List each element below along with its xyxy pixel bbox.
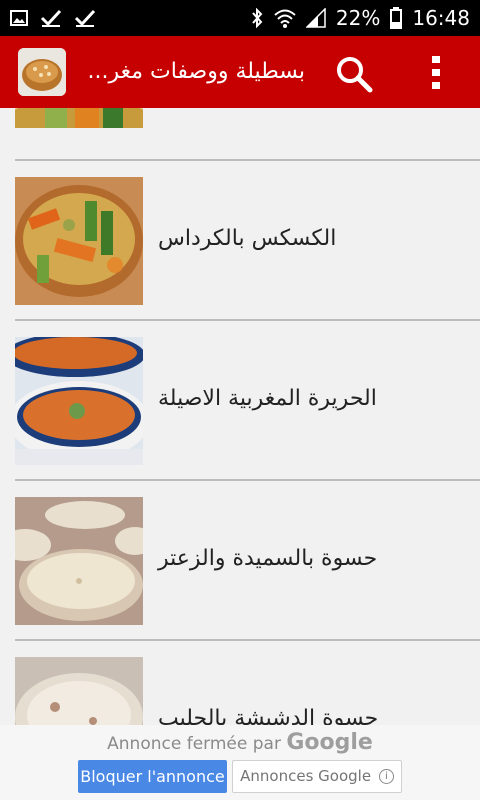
list-item[interactable]: الكسكس بالكرداس <box>0 161 480 321</box>
recipe-list: الكسكس بالكرداس الحريرة المغربية الاصيلة <box>0 108 480 725</box>
recipe-thumbnail <box>15 337 143 465</box>
list-item[interactable]: الحريرة المغربية الاصيلة <box>0 321 480 481</box>
bluetooth-icon <box>252 8 263 28</box>
block-ad-button[interactable]: Bloquer l'annonce <box>78 760 227 793</box>
app-bar: بسطيلة ووصفات مغر... <box>0 36 480 108</box>
more-vert-icon <box>432 56 440 89</box>
list-item[interactable]: حسوة الدشيشة بالحليب <box>0 641 480 725</box>
battery-percent: 22% <box>335 6 381 30</box>
recipe-title: الكسكس بالكرداس <box>158 226 337 251</box>
wifi-icon <box>274 9 296 28</box>
google-logo: Google <box>286 730 373 755</box>
recipe-title: حسوة الدشيشة بالحليب <box>158 706 379 725</box>
list-item[interactable]: حسوة بالسميدة والزعتر <box>0 481 480 641</box>
check-icon <box>74 9 96 27</box>
recipe-title: حسوة بالسميدة والزعتر <box>158 546 378 571</box>
search-button[interactable] <box>334 54 374 94</box>
google-ads-label: Annonces Google <box>240 767 372 785</box>
list-item[interactable] <box>0 108 480 144</box>
recipe-thumbnail <box>15 108 143 128</box>
recipe-thumbnail <box>15 177 143 305</box>
system-icons: 22% 16:48 <box>250 6 480 30</box>
app-title: بسطيلة ووصفات مغر... <box>87 59 306 84</box>
app-logo[interactable] <box>18 48 66 96</box>
battery-icon <box>390 7 403 29</box>
google-ads-button[interactable]: Annonces Google i <box>232 760 402 793</box>
status-bar: 22% 16:48 <box>0 0 480 36</box>
ad-closed-label: Annonce fermée par <box>107 734 281 754</box>
clock: 16:48 <box>412 6 470 30</box>
recipe-title: الحريرة المغربية الاصيلة <box>158 386 377 411</box>
ad-closed-text: Annonce fermée par Google <box>0 731 480 756</box>
check-icon <box>40 9 62 27</box>
image-icon <box>10 10 28 26</box>
overflow-menu-button[interactable] <box>424 54 450 94</box>
recipe-thumbnail <box>15 657 143 725</box>
search-icon <box>337 57 373 93</box>
notification-icons <box>0 9 96 27</box>
ad-banner: Annonce fermée par Google Bloquer l'anno… <box>0 725 480 800</box>
signal-icon <box>305 8 326 28</box>
recipe-thumbnail <box>15 497 143 625</box>
info-icon: i <box>378 769 394 784</box>
